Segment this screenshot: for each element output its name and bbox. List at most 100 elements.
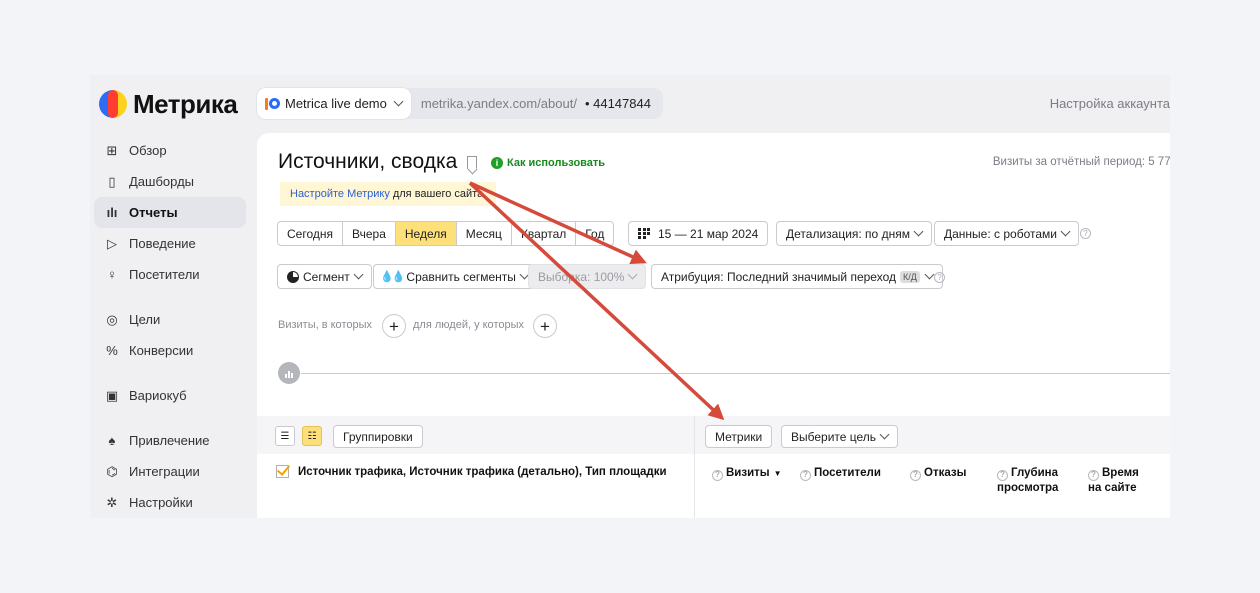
period-month[interactable]: Месяц — [457, 222, 512, 245]
period-week[interactable]: Неделя — [395, 222, 457, 245]
compare-label: Сравнить сегменты — [406, 269, 516, 284]
dimensions-label: Источник трафика, Источник трафика (дета… — [298, 465, 667, 478]
column-depth[interactable]: ? Глубина просмотра — [997, 466, 1058, 495]
sidebar-item-variocube[interactable]: ▣ Вариокуб — [94, 380, 246, 411]
user-icon: ♀ — [107, 267, 117, 282]
column-label: Отказы — [924, 467, 967, 479]
sidebar: ⊞ Обзор ▯ Дашборды ılı Отчеты ▷ Поведени… — [94, 135, 246, 518]
info-icon: i — [491, 157, 503, 169]
detail-label: Детализация: по дням — [786, 226, 910, 241]
sidebar-item-overview[interactable]: ⊞ Обзор — [94, 135, 246, 166]
chevron-down-icon — [913, 226, 924, 237]
date-range-button[interactable]: 15 — 21 мар 2024 — [628, 221, 769, 246]
segment-button[interactable]: Сегмент — [277, 264, 372, 289]
chevron-down-icon — [393, 96, 404, 107]
period-yesterday[interactable]: Вчера — [343, 222, 396, 245]
chevron-down-icon — [353, 269, 364, 280]
sample-label: Выборка: 100% — [538, 269, 625, 284]
how-to-use-link[interactable]: i Как использовать — [491, 157, 605, 169]
reports-icon: ılı — [106, 205, 118, 220]
help-icon[interactable]: ? — [1080, 228, 1091, 239]
column-label-line2: просмотра — [997, 481, 1059, 494]
attribution-badge: К/Д — [899, 270, 920, 283]
sort-desc-icon: ▼ — [773, 469, 782, 478]
metrica-logo[interactable]: Метрика — [99, 89, 238, 119]
bookmark-icon[interactable] — [467, 155, 478, 169]
help-icon[interactable]: ? — [934, 272, 945, 283]
sidebar-item-label: Обзор — [129, 143, 167, 158]
detail-dropdown[interactable]: Детализация: по дням — [776, 221, 932, 246]
counter-url[interactable]: metrika.yandex.com/about/ — [411, 96, 585, 111]
chart-toggle-icon[interactable] — [278, 362, 300, 384]
sidebar-item-label: Конверсии — [129, 343, 194, 358]
grid-icon: ⊞ — [106, 142, 118, 158]
attribution-dropdown[interactable]: Атрибуция: Последний значимый переход К/… — [651, 264, 943, 289]
column-label: Время — [1102, 467, 1139, 479]
help-icon: ? — [712, 469, 723, 481]
column-visits[interactable]: ? Визиты ▼ — [712, 466, 782, 481]
fire-icon: ♠ — [108, 433, 116, 448]
attribution-label: Атрибуция: Последний значимый переход — [661, 269, 896, 284]
drops-icon: 💧💧 — [380, 271, 405, 283]
chart-divider — [301, 373, 1170, 374]
calendar-icon — [638, 228, 650, 239]
data-dropdown[interactable]: Данные: с роботами — [934, 221, 1079, 246]
period-year[interactable]: Год — [576, 222, 613, 245]
column-label: Посетители — [814, 467, 881, 479]
percent-icon: % — [106, 343, 118, 358]
counter-id: • 44147844 — [584, 96, 651, 111]
sidebar-item-label: Интеграции — [129, 464, 200, 479]
select-goal-label: Выберите цель — [791, 429, 877, 444]
groupings-button[interactable]: Группировки — [333, 425, 423, 448]
segment-label: Сегмент — [303, 269, 350, 284]
add-people-condition-button[interactable]: + — [533, 314, 557, 338]
column-time-on-site[interactable]: ? Время на сайте — [1088, 466, 1139, 495]
puzzle-icon: ⌬ — [106, 463, 118, 479]
counter-switcher: Metrica live demo metrika.yandex.com/abo… — [257, 88, 663, 119]
period-quarter[interactable]: Квартал — [512, 222, 577, 245]
table-toolbar: ☰ ☷ Группировки Метрики Выберите цель — [257, 416, 1170, 454]
column-label: Визиты — [726, 467, 770, 479]
tree-view-icon[interactable]: ☷ — [302, 426, 322, 446]
metrica-logo-icon — [99, 90, 127, 118]
visits-condition-label: Визиты, в которых — [278, 319, 372, 331]
sidebar-item-acquisition[interactable]: ♠ Привлечение — [94, 425, 246, 456]
dashboard-icon: ▯ — [108, 173, 116, 189]
date-range-label: 15 — 21 мар 2024 — [658, 226, 759, 241]
sidebar-item-dashboards[interactable]: ▯ Дашборды — [94, 166, 246, 197]
sidebar-item-conversions[interactable]: % Конверсии — [94, 335, 246, 366]
pie-chart-icon — [287, 270, 299, 283]
data-label: Данные: с роботами — [944, 226, 1057, 241]
add-visit-condition-button[interactable]: + — [382, 314, 406, 338]
column-bounces[interactable]: ? Отказы — [910, 466, 966, 481]
counter-logo-icon — [265, 97, 280, 111]
sidebar-item-visitors[interactable]: ♀ Посетители — [94, 259, 246, 290]
sidebar-item-reports[interactable]: ılı Отчеты — [94, 197, 246, 228]
help-icon: ? — [1088, 469, 1099, 481]
sidebar-item-settings[interactable]: ✲ Настройки — [94, 487, 246, 518]
page-title: Источники, сводка — [278, 150, 478, 174]
column-label: Глубина — [1011, 467, 1059, 479]
help-icon: ? — [800, 469, 811, 481]
sample-dropdown[interactable]: Выборка: 100% — [528, 264, 647, 289]
period-today[interactable]: Сегодня — [278, 222, 343, 245]
sidebar-item-label: Цели — [129, 312, 161, 327]
sidebar-item-integrations[interactable]: ⌬ Интеграции — [94, 456, 246, 487]
select-goal-dropdown[interactable]: Выберите цель — [781, 425, 899, 448]
setup-metrica-link[interactable]: Настройте Метрику — [290, 188, 390, 200]
checkbox-checked-icon[interactable] — [276, 465, 289, 478]
counter-name: Metrica live demo — [285, 96, 387, 111]
chevron-down-icon — [924, 269, 935, 280]
counter-select[interactable]: Metrica live demo — [257, 88, 411, 119]
compare-segments-button[interactable]: 💧💧 Сравнить сегменты — [373, 264, 535, 289]
sidebar-item-label: Посетители — [129, 267, 200, 282]
metrics-button[interactable]: Метрики — [705, 425, 773, 448]
list-view-icon[interactable]: ☰ — [275, 426, 295, 446]
cube-icon: ▣ — [105, 387, 119, 403]
page-title-text: Источники, сводка — [278, 150, 458, 173]
gear-icon: ✲ — [106, 494, 118, 510]
sidebar-item-goals[interactable]: ◎ Цели — [94, 304, 246, 335]
column-visitors[interactable]: ? Посетители — [800, 466, 881, 481]
account-settings-link[interactable]: Настройка аккаунта — [1050, 96, 1170, 111]
sidebar-item-behavior[interactable]: ▷ Поведение — [94, 228, 246, 259]
